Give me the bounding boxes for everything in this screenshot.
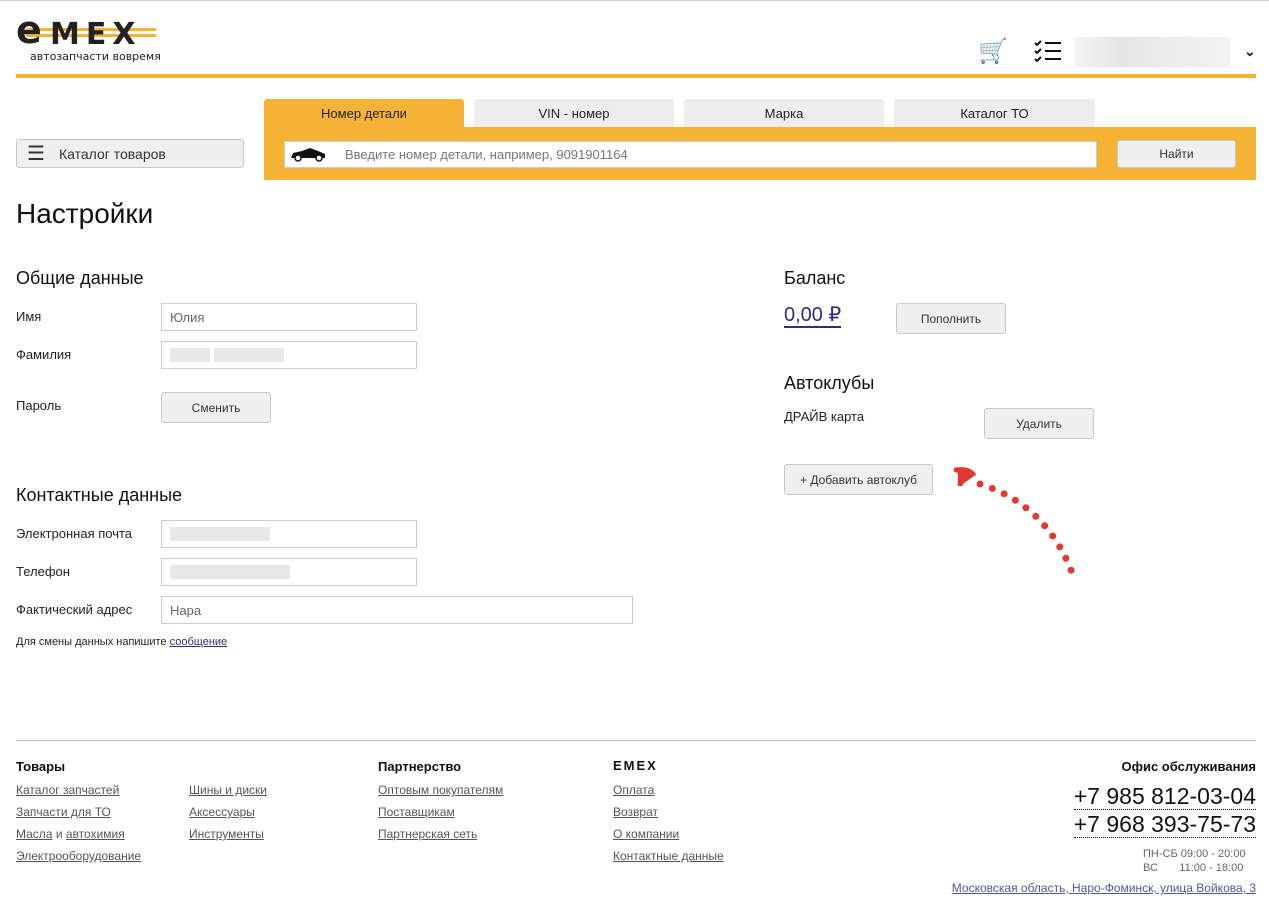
office-address-link[interactable]: Московская область, Наро-Фоминск, улица … [952, 881, 1256, 895]
message-link[interactable]: сообщение [170, 636, 228, 648]
phone-label: Телефон [16, 564, 70, 579]
search-button[interactable]: Найти [1117, 140, 1236, 168]
chevron-down-icon[interactable]: ⌄ [1244, 43, 1256, 60]
autoclubs-heading: Автоклубы [784, 373, 875, 393]
address-label: Фактический адрес [16, 602, 133, 617]
footer-link[interactable]: Аксессуары [189, 805, 255, 819]
search-input[interactable]: Введите номер детали, например, 90919011… [284, 141, 1097, 168]
footer-link[interactable]: Шины и диски [189, 783, 267, 797]
address-field[interactable]: Нара [161, 596, 633, 624]
email-field[interactable] [161, 520, 417, 548]
tab-maintenance-catalog[interactable]: Каталог ТО [894, 99, 1095, 127]
tab-vin[interactable]: VIN - номер [474, 99, 674, 127]
surname-label: Фамилия [16, 347, 72, 362]
header-divider [16, 74, 1256, 78]
footer-partners-heading: Партнерство [378, 759, 462, 774]
menu-icon: ☰ [27, 143, 45, 165]
footer-link[interactable]: Масла [16, 827, 52, 841]
change-data-note: Для смены данных напишите сообщение [16, 636, 227, 648]
cart-icon[interactable]: 🛒 [978, 37, 1008, 66]
phone-field[interactable] [161, 558, 417, 586]
emex-logo[interactable]: e MEX [16, 11, 166, 51]
footer-divider [16, 740, 1256, 741]
footer-office-heading: Офис обслуживания [1121, 759, 1256, 774]
footer-link[interactable]: Запчасти для ТО [16, 805, 111, 819]
svg-text:e: e [16, 11, 40, 51]
contact-data-heading: Контактные данные [16, 485, 183, 505]
catalog-button[interactable]: ☰ Каталог товаров [16, 139, 244, 168]
svg-text:MEX: MEX [50, 17, 141, 51]
top-up-button[interactable]: Пополнить [896, 303, 1006, 334]
checklist-icon[interactable] [1034, 39, 1062, 63]
footer-link[interactable]: Оптовым покупателям [378, 783, 503, 797]
name-field[interactable]: Юлия [161, 303, 417, 331]
footer-link[interactable]: Партнерская сеть [378, 827, 477, 841]
footer-link[interactable]: Инструменты [189, 827, 264, 841]
add-autoclub-button[interactable]: + Добавить автоклуб [784, 464, 933, 495]
tab-part-number[interactable]: Номер детали [264, 99, 464, 127]
footer-link[interactable]: О компании [613, 827, 679, 841]
delete-autoclub-button[interactable]: Удалить [984, 408, 1094, 439]
user-name-blurred[interactable] [1075, 37, 1230, 67]
surname-field[interactable] [161, 341, 417, 369]
footer-link[interactable]: автохимия [66, 827, 125, 841]
note-text: Для смены данных напишите [16, 636, 167, 648]
car-icon [291, 148, 325, 162]
password-label: Пароль [16, 398, 62, 413]
office-phone[interactable]: +7 968 393-75-73 [1073, 812, 1256, 838]
email-label: Электронная почта [16, 526, 133, 541]
general-data-heading: Общие данные [16, 268, 144, 288]
office-hours: ВС 11:00 - 18:00 [1143, 862, 1244, 874]
footer-link[interactable]: Поставщикам [378, 805, 455, 819]
red-dotted-arrow-annotation [953, 467, 1079, 585]
office-hours: ПН-СБ 09:00 - 20:00 [1143, 848, 1246, 860]
name-label: Имя [16, 309, 42, 324]
office-phone[interactable]: +7 985 812-03-04 [1073, 784, 1256, 810]
footer-conjunction: и [55, 827, 63, 841]
change-password-button[interactable]: Сменить [161, 392, 271, 423]
balance-heading: Баланс [784, 268, 846, 288]
tagline: автозапчасти вовремя [30, 50, 161, 63]
footer-link[interactable]: Возврат [613, 805, 658, 819]
footer-link[interactable]: Каталог запчастей [16, 783, 119, 797]
tab-brand[interactable]: Марка [684, 99, 884, 127]
page-title: Настройки [16, 198, 154, 229]
autoclub-name: ДРАЙВ карта [784, 409, 865, 424]
footer-goods-heading: Товары [16, 759, 66, 774]
footer-link[interactable]: Оплата [613, 783, 654, 797]
balance-amount[interactable]: 0,00 ₽ [784, 304, 842, 328]
catalog-label: Каталог товаров [58, 145, 166, 162]
footer-emex-heading: EMEX [613, 758, 658, 773]
footer-link[interactable]: Электрооборудование [16, 849, 141, 863]
footer-link[interactable]: Контактные данные [613, 849, 724, 863]
